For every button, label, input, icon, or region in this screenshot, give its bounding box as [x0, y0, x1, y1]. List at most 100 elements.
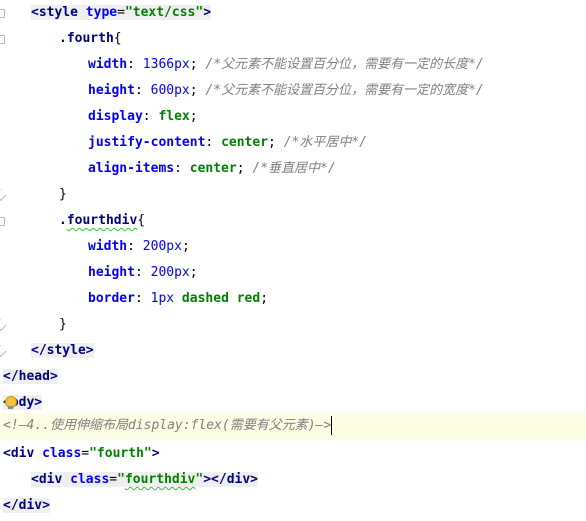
- code-token: fourthdiv: [66, 213, 138, 228]
- code-token: 1366px: [142, 57, 190, 72]
- code-token: <: [31, 5, 39, 20]
- line-content: width: 200px;: [88, 234, 190, 260]
- code-token: height: [88, 265, 135, 280]
- code-token: }: [59, 187, 67, 202]
- code-token: {: [113, 31, 122, 46]
- code-line[interactable]: <style type="text/css">: [0, 0, 586, 26]
- code-line-current[interactable]: <!—4..使用伸缩布局display:flex(需要有父元素)—>: [0, 413, 586, 439]
- code-line[interactable]: <div class="fourth">: [0, 441, 586, 467]
- code-token: :: [205, 135, 222, 150]
- fold-icon[interactable]: [0, 9, 5, 18]
- code-line[interactable]: align-items: center; /*垂直居中*/: [0, 156, 586, 182]
- code-token: .fourth: [59, 31, 114, 46]
- line-content: <div class="fourthdiv"></div>: [31, 467, 259, 493]
- code-line[interactable]: }: [0, 182, 586, 208]
- code-token: >: [203, 5, 212, 20]
- code-token: :: [127, 239, 143, 254]
- code-editor[interactable]: <style type="text/css"> .fourth{ width: …: [0, 0, 586, 521]
- fold-end-icon[interactable]: [0, 191, 4, 198]
- line-content: height: 200px;: [88, 260, 198, 286]
- fold-icon[interactable]: [0, 217, 5, 226]
- code-token: width: [88, 239, 128, 254]
- code-line[interactable]: width: 1366px; /*父元素不能设置百分位，需要有一定的长度*/: [0, 52, 586, 78]
- code-token: }: [59, 317, 67, 332]
- fold-gutter: [0, 208, 6, 234]
- code-token: /*水平居中*/: [283, 135, 367, 150]
- fold-gutter: [0, 0, 6, 26]
- line-content: }: [59, 312, 67, 338]
- code-token: 200px: [142, 239, 182, 254]
- code-token: [62, 472, 71, 487]
- code-token: ;: [181, 239, 190, 254]
- code-token: =: [81, 446, 90, 461]
- code-line[interactable]: height: 200px;: [0, 260, 586, 286]
- code-token: </div>: [3, 498, 50, 513]
- code-token: 200px: [150, 265, 190, 280]
- code-line[interactable]: border: 1px dashed red;: [0, 286, 586, 312]
- code-token: div: [38, 472, 63, 487]
- code-line[interactable]: width: 200px;: [0, 234, 586, 260]
- code-line[interactable]: .fourthdiv{: [0, 208, 586, 234]
- code-token: dashed red: [174, 291, 261, 306]
- code-token: <: [31, 472, 39, 487]
- code-token: ;: [189, 83, 206, 98]
- line-content: .fourthdiv{: [59, 208, 145, 234]
- line-content: justify-content: center; /*水平居中*/: [88, 130, 367, 156]
- code-token: >: [151, 446, 160, 461]
- code-token: border: [88, 291, 135, 306]
- fold-end-icon[interactable]: [0, 347, 4, 354]
- code-token: class: [70, 472, 110, 487]
- code-token: div: [10, 446, 35, 461]
- code-token: </head>: [3, 369, 58, 384]
- code-line[interactable]: .fourth{: [0, 26, 586, 52]
- fold-gutter: [0, 26, 6, 52]
- code-token: ;: [260, 291, 269, 306]
- code-token: ;: [268, 135, 284, 150]
- code-token: :: [142, 109, 159, 124]
- code-token: /*垂直居中*/: [252, 161, 336, 176]
- line-content: <div class="fourth">: [3, 441, 160, 467]
- code-line[interactable]: }: [0, 312, 586, 338]
- code-token: class: [42, 446, 82, 461]
- code-token: /*父元素不能设置百分位，需要有一定的宽度*/: [205, 83, 484, 98]
- code-token: {: [137, 213, 146, 228]
- code-token: width: [88, 57, 128, 72]
- line-content: </style>: [31, 338, 94, 364]
- code-line[interactable]: </div>: [0, 493, 586, 519]
- code-line[interactable]: <div class="fourthdiv"></div>: [0, 467, 586, 493]
- fold-gutter: [0, 312, 6, 338]
- line-content: display: flex;: [88, 104, 198, 130]
- fold-end-icon[interactable]: [0, 321, 4, 328]
- code-token: center: [221, 135, 269, 150]
- code-token: ": [117, 472, 125, 487]
- lightbulb-icon[interactable]: [4, 395, 17, 410]
- fold-icon[interactable]: [0, 35, 5, 44]
- code-token: justify-content: [88, 135, 206, 150]
- code-token: center: [189, 161, 237, 176]
- line-content: <!—4..使用伸缩布局display:flex(需要有父元素)—>: [3, 413, 333, 439]
- fold-gutter: [0, 338, 6, 364]
- line-content: width: 1366px; /*父元素不能设置百分位，需要有一定的长度*/: [88, 52, 484, 78]
- code-token: :: [134, 291, 151, 306]
- code-line[interactable]: </head>: [0, 364, 586, 390]
- code-token: flex: [158, 109, 190, 124]
- code-line[interactable]: justify-content: center; /*水平居中*/: [0, 130, 586, 156]
- fold-gutter: [0, 182, 6, 208]
- code-token: :: [134, 83, 151, 98]
- line-content: height: 600px; /*父元素不能设置百分位，需要有一定的宽度*/: [88, 78, 484, 104]
- code-token: ;: [189, 265, 198, 280]
- line-content: }: [59, 182, 67, 208]
- code-token: ;: [189, 109, 198, 124]
- code-line[interactable]: height: 600px; /*父元素不能设置百分位，需要有一定的宽度*/: [0, 78, 586, 104]
- code-token: :: [134, 265, 151, 280]
- code-token: ></div>: [203, 472, 259, 487]
- code-token: type: [85, 5, 118, 20]
- code-token: ;: [189, 57, 206, 72]
- code-token: [77, 5, 86, 20]
- line-content: border: 1px dashed red;: [88, 286, 268, 312]
- code-token: style: [38, 5, 78, 20]
- code-line[interactable]: </style>: [0, 338, 586, 364]
- code-token: <: [3, 446, 11, 461]
- code-line[interactable]: display: flex;: [0, 104, 586, 130]
